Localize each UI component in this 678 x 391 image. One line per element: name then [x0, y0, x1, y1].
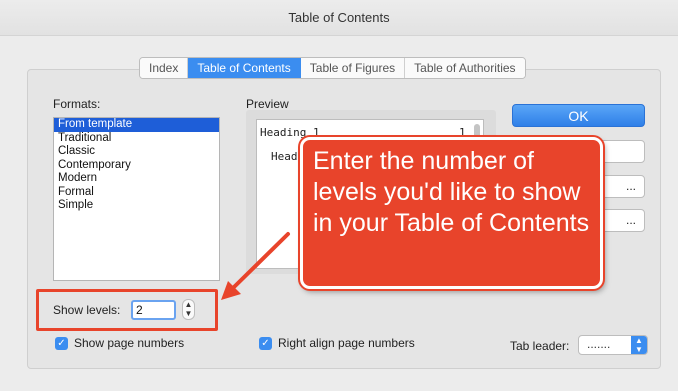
callout-arrow — [221, 232, 290, 300]
